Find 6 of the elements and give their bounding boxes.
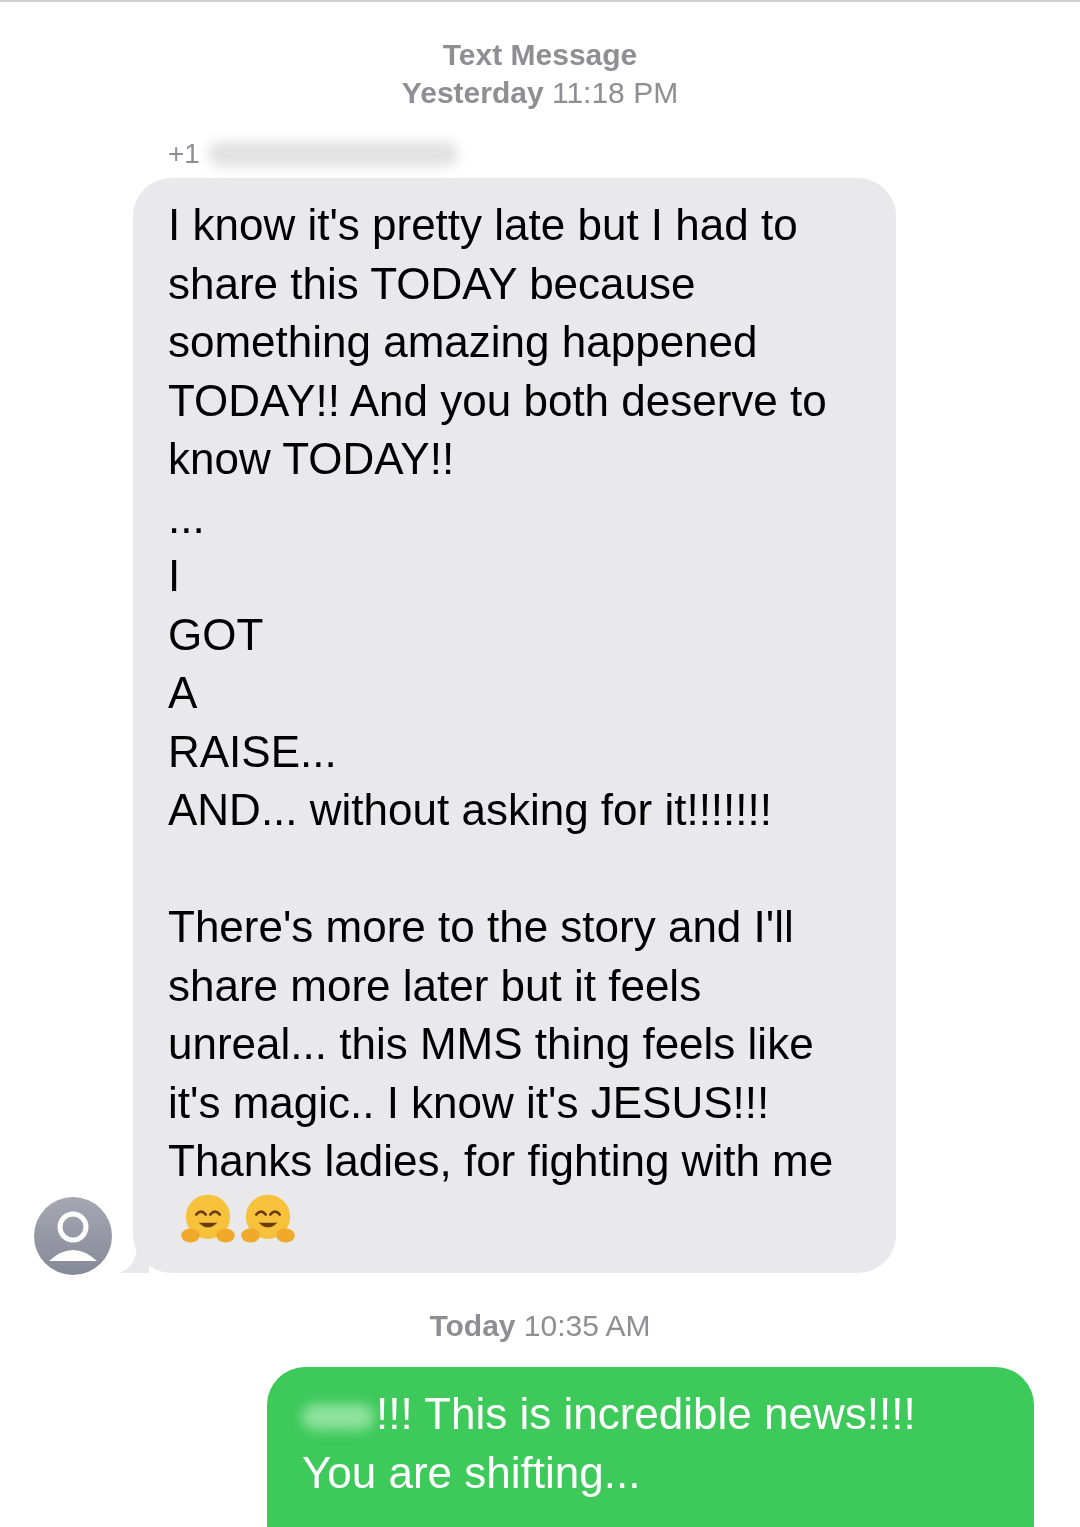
- message-text: I know it's pretty late but I had to share this TODAY because something amazing happened TODAY!! And you both deserve to know TODAY!! ... I GOT A RAISE... AND... without asking for it!!!!!!! There's more to the story and I'll share more later but it feels unreal... this MMS thing feels like it's magic.. I know it's JESUS!!! Thanks ladies, for fighting with me: [168, 196, 836, 1249]
- message-text: !!! This is incredible news!!!! You are shifting...: [302, 1388, 917, 1499]
- sender-number: +1: [168, 138, 200, 170]
- timestamp: Yesterday 11:18 PM: [401, 75, 679, 111]
- service-label: Text Message: [442, 37, 638, 73]
- timestamp: Today 10:35 AM: [429, 1308, 651, 1344]
